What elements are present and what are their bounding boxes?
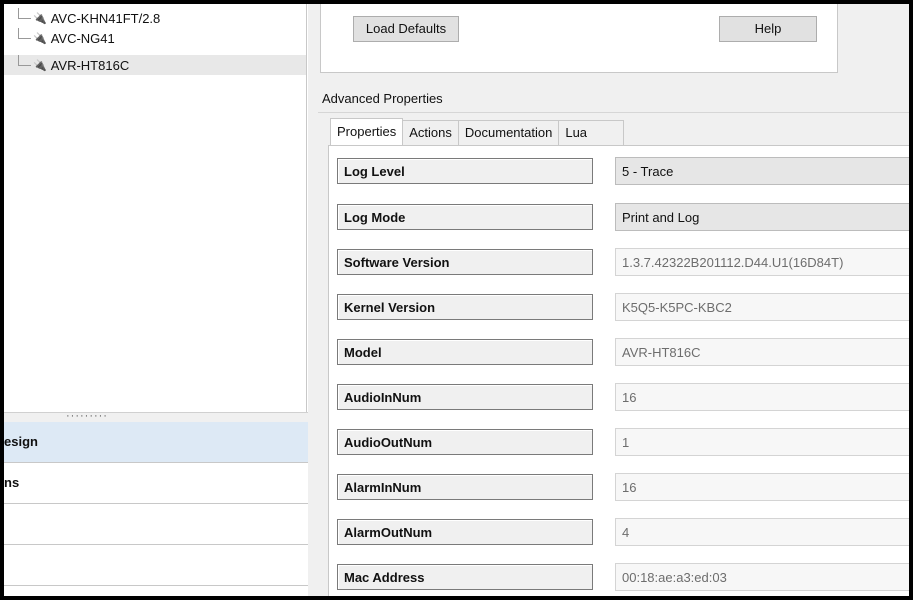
tab-properties[interactable]: Properties [330, 118, 404, 145]
tree-item-label: AVR-HT816C [50, 57, 130, 73]
tree-item-avr-ht816c[interactable]: 🔌 AVR-HT816C [4, 54, 306, 75]
prop-value-alarminnum: 16 [615, 473, 909, 501]
prop-value-log-level[interactable]: 5 - Trace [615, 157, 909, 185]
prop-label-software-version: Software Version [337, 249, 593, 275]
prop-label-alarmoutnum: AlarmOutNum [337, 519, 593, 545]
prop-label-mac-address: Mac Address [337, 564, 593, 590]
tree-item-avc-ng41[interactable]: 🔌 AVC-NG41 [18, 27, 115, 48]
tab-documentation[interactable]: Documentation [457, 120, 560, 145]
help-button[interactable]: Help [719, 16, 817, 42]
tab-strip: Properties Actions Documentation Lua [330, 118, 625, 146]
prop-value-kernel-version: K5Q5-K5PC-KBC2 [615, 293, 909, 321]
device-tree: 🔌 AVC-KHN41FT/2.8 🔌 AVC-NG41 🔌 AVR-HT816… [4, 4, 307, 412]
tree-connector [18, 54, 31, 66]
properties-panel: Log Level 5 - Trace Log Mode Print and Log S… [328, 145, 909, 596]
left-pane: 🔌 AVC-KHN41FT/2.8 🔌 AVC-NG41 🔌 AVR-HT816… [4, 4, 308, 596]
tree-item-avc-khn41ft[interactable]: 🔌 AVC-KHN41FT/2.8 [18, 7, 161, 28]
device-icon: 🔌 [33, 59, 47, 72]
load-defaults-button[interactable]: Load Defaults [353, 16, 459, 42]
divider [318, 112, 909, 113]
prop-label-kernel-version: Kernel Version [337, 294, 593, 320]
prop-value-log-mode[interactable]: Print and Log [615, 203, 909, 231]
device-icon: 🔌 [33, 32, 47, 45]
prop-value-software-version: 1.3.7.42322B201112.D44.U1(16D84T) [615, 248, 909, 276]
prop-label-audioinnum: AudioInNum [337, 384, 593, 410]
prop-label-model: Model [337, 339, 593, 365]
nav-item-design[interactable]: esign [4, 422, 308, 463]
prop-value-mac-address: 00:18:ae:a3:ed:03 [615, 563, 909, 591]
advanced-properties-title: Advanced Properties [322, 91, 443, 106]
prop-value-model: AVR-HT816C [615, 338, 909, 366]
prop-value-audiooutnum: 1 [615, 428, 909, 456]
tree-item-label: AVC-KHN41FT/2.8 [50, 10, 161, 26]
right-pane: Load Defaults Help Advanced Properties P… [310, 4, 909, 596]
tab-lua[interactable]: Lua [558, 120, 625, 145]
tree-item-label: AVC-NG41 [50, 30, 115, 46]
nav-item-4[interactable] [4, 545, 308, 586]
device-icon: 🔌 [33, 12, 47, 25]
prop-label-log-mode: Log Mode [337, 204, 593, 230]
prop-value-audioinnum: 16 [615, 383, 909, 411]
prop-value-alarmoutnum: 4 [615, 518, 909, 546]
nav-item-3[interactable] [4, 504, 308, 545]
nav-item-label: ns [4, 475, 20, 490]
prop-label-alarminnum: AlarmInNum [337, 474, 593, 500]
prop-label-audiooutnum: AudioOutNum [337, 429, 593, 455]
nav-item-label: esign [4, 434, 38, 449]
defaults-group: Load Defaults Help [320, 4, 838, 73]
app-window: 🔌 AVC-KHN41FT/2.8 🔌 AVC-NG41 🔌 AVR-HT816… [4, 4, 909, 596]
tree-connector [18, 7, 31, 19]
tab-actions[interactable]: Actions [402, 120, 459, 145]
prop-label-log-level: Log Level [337, 158, 593, 184]
splitter-grip: ········· [66, 410, 108, 422]
nav-item-2[interactable]: ns [4, 463, 308, 504]
nav-panel: esign ns [4, 422, 308, 586]
tree-connector [18, 27, 31, 39]
